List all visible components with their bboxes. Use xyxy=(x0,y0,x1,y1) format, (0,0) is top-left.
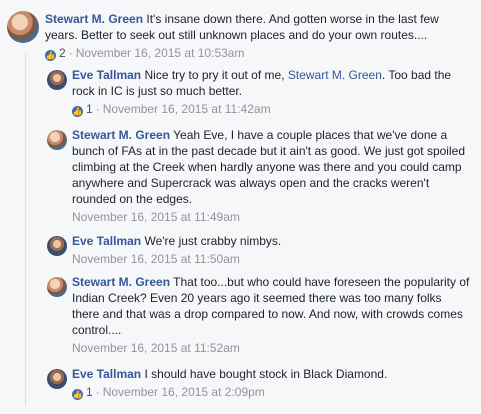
timestamp[interactable]: November 16, 2015 at 11:49am xyxy=(72,210,240,224)
comment-body: Stewart M. Green Yeah Eve, I have a coup… xyxy=(72,127,470,207)
mention-link[interactable]: Stewart M. Green xyxy=(288,68,382,82)
comment-author[interactable]: Eve Tallman xyxy=(72,367,141,381)
avatar[interactable] xyxy=(47,70,67,90)
comment-author[interactable]: Stewart M. Green xyxy=(72,128,170,142)
timestamp[interactable]: November 16, 2015 at 10:53am xyxy=(76,46,245,60)
comment-text: We're just crabby nimbys. xyxy=(144,234,282,248)
comment-meta: November 16, 2015 at 11:50am xyxy=(72,251,470,267)
timestamp[interactable]: November 16, 2015 at 11:42am xyxy=(103,102,271,116)
comment-meta: November 16, 2015 at 11:52am xyxy=(72,340,470,356)
separator: · xyxy=(95,385,100,399)
comment-author[interactable]: Eve Tallman xyxy=(72,234,141,248)
avatar[interactable] xyxy=(7,11,39,43)
timestamp[interactable]: November 16, 2015 at 2:09pm xyxy=(103,385,265,399)
avatar[interactable] xyxy=(47,130,67,150)
comment-body: Stewart M. Green That too...but who coul… xyxy=(72,274,470,338)
comment-body: Eve Tallman We're just crabby nimbys. xyxy=(72,233,470,249)
like-count[interactable]: 2 xyxy=(59,46,66,60)
comment-meta: November 16, 2015 at 11:49am xyxy=(72,209,470,225)
comment-body: Eve Tallman I should have bought stock i… xyxy=(72,366,470,382)
separator: · xyxy=(68,46,73,60)
separator: · xyxy=(95,102,100,116)
comment-meta: 👍 1 · November 16, 2015 at 11:42am xyxy=(72,101,470,117)
comment-author[interactable]: Stewart M. Green xyxy=(45,12,143,26)
timestamp[interactable]: November 16, 2015 at 11:50am xyxy=(72,252,240,266)
like-count[interactable]: 1 xyxy=(86,385,93,399)
thread-line xyxy=(25,54,26,406)
comment-author[interactable]: Eve Tallman xyxy=(72,68,141,82)
comment-author[interactable]: Stewart M. Green xyxy=(72,275,170,289)
thumbs-up-icon[interactable]: 👍 xyxy=(72,106,83,117)
thumbs-up-icon[interactable]: 👍 xyxy=(72,389,83,400)
comment-body: Stewart M. Green It's insane down there.… xyxy=(45,11,470,43)
thumbs-up-icon[interactable]: 👍 xyxy=(45,50,56,61)
comment-meta: 👍 1 · November 16, 2015 at 2:09pm xyxy=(72,384,470,400)
comment-text: Nice try to pry it out of me, xyxy=(144,68,288,82)
avatar[interactable] xyxy=(47,369,67,389)
avatar[interactable] xyxy=(47,236,67,256)
timestamp[interactable]: November 16, 2015 at 11:52am xyxy=(72,341,240,355)
avatar[interactable] xyxy=(47,277,67,297)
comment-text: I should have bought stock in Black Diam… xyxy=(144,367,388,381)
comment-meta: 👍 2 · November 16, 2015 at 10:53am xyxy=(45,45,470,61)
comment-body: Eve Tallman Nice try to pry it out of me… xyxy=(72,67,470,99)
like-count[interactable]: 1 xyxy=(86,102,93,116)
